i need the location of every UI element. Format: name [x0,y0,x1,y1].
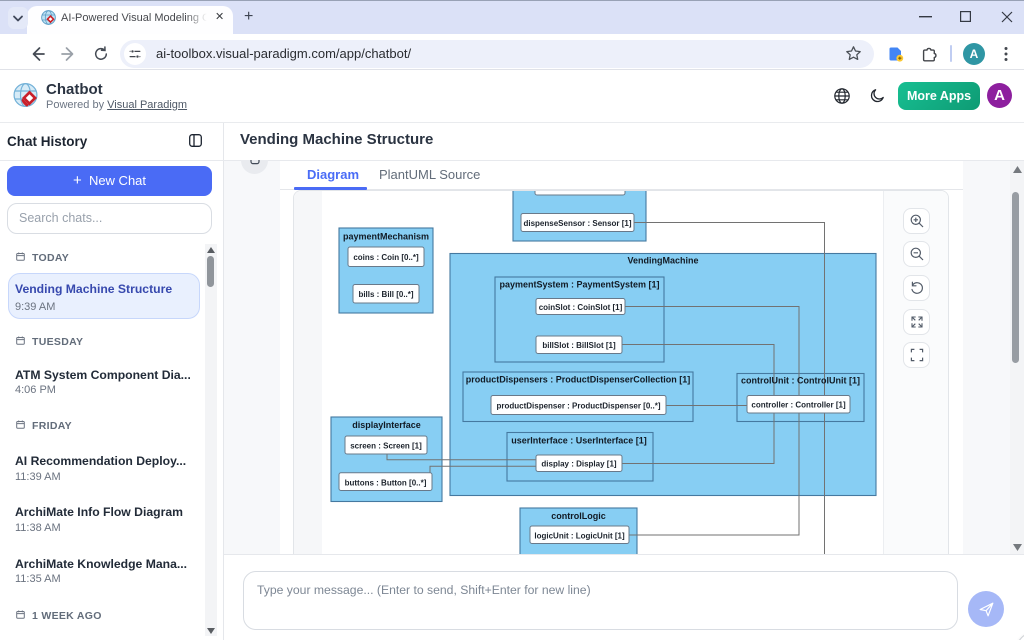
svg-text:buttons : Button [0..*]: buttons : Button [0..*] [345,479,427,488]
svg-text:display : Display [1]: display : Display [1] [541,460,616,469]
svg-text:logicUnit : LogicUnit [1]: logicUnit : LogicUnit [1] [534,532,625,541]
svg-text:paymentMechanism: paymentMechanism [343,232,429,242]
svg-text:controlUnit : ControlUnit [1]: controlUnit : ControlUnit [1] [741,376,860,386]
svg-text:screen : Screen [1]: screen : Screen [1] [350,442,422,451]
svg-text:controller : Controller [1]: controller : Controller [1] [751,401,846,410]
svg-text:billSlot : BillSlot [1]: billSlot : BillSlot [1] [542,341,616,350]
svg-text:coinSlot : CoinSlot [1]: coinSlot : CoinSlot [1] [539,303,623,312]
svg-text:bills : Bill [0..*]: bills : Bill [0..*] [358,290,413,299]
svg-text:coins : Coin [0..*]: coins : Coin [0..*] [353,253,419,262]
svg-text:dispenseSensor : Sensor [1]: dispenseSensor : Sensor [1] [523,219,631,228]
svg-text:displayInterface: displayInterface [352,420,421,430]
svg-text:productDispenser : ProductDisp: productDispenser : ProductDispenser [0..… [496,402,660,411]
svg-text:productDispensers : ProductDis: productDispensers : ProductDispenserColl… [466,375,691,385]
svg-text:controlLogic: controlLogic [551,511,606,521]
svg-text:VendingMachine: VendingMachine [627,256,698,266]
svg-text:userInterface : UserInterface: userInterface : UserInterface [1] [511,436,647,446]
svg-text:paymentSystem : PaymentSystem: paymentSystem : PaymentSystem [1] [499,280,659,290]
